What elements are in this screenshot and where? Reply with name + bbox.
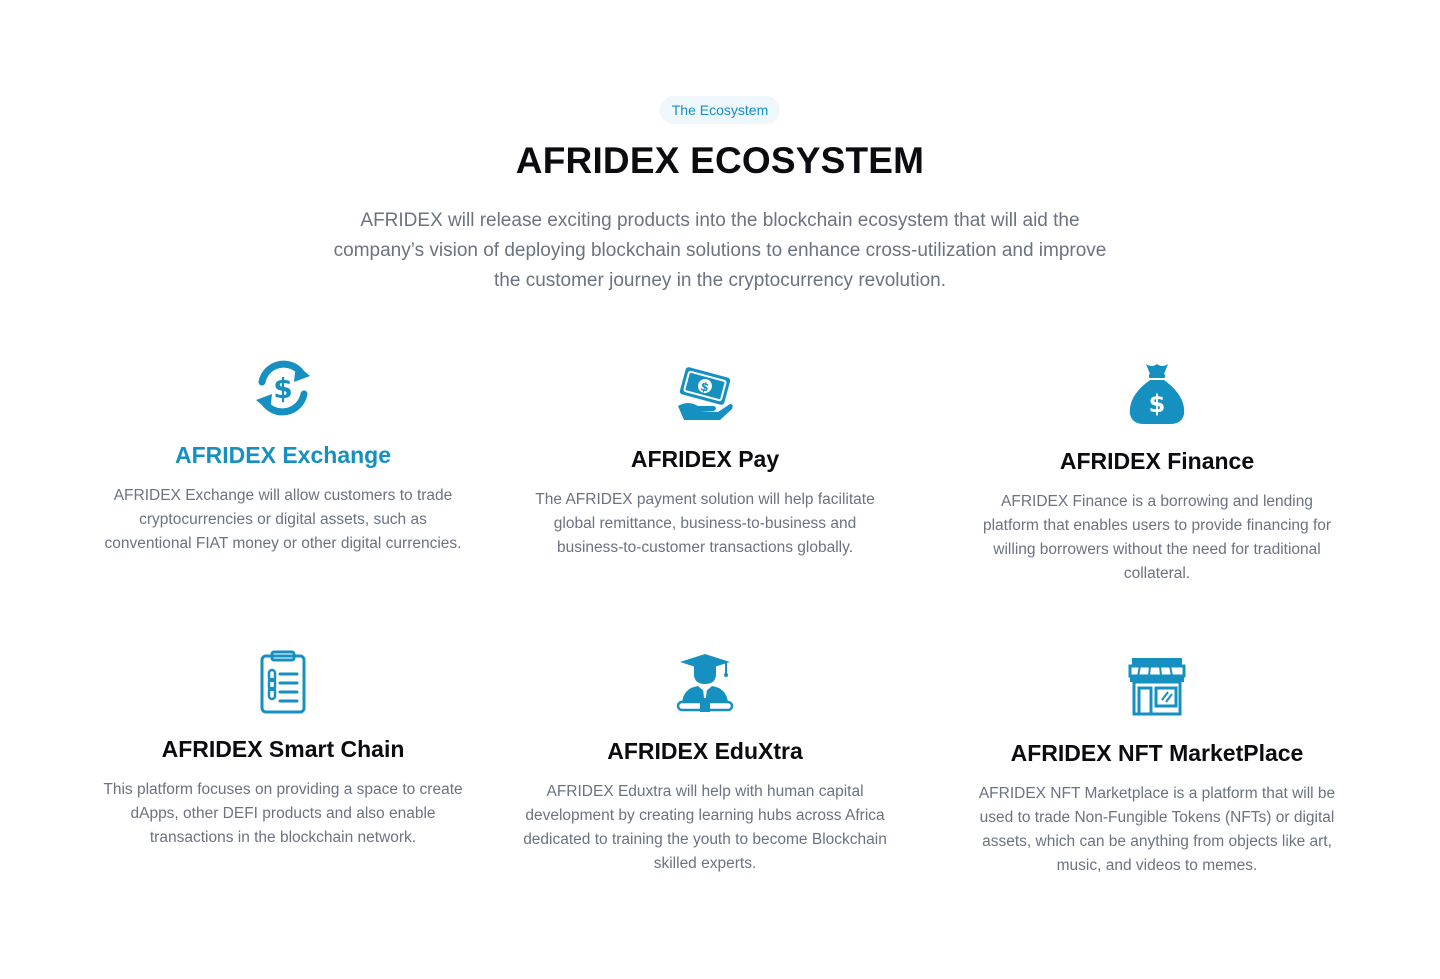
product-card-smart-chain: AFRIDEX Smart Chain This platform focuse… bbox=[93, 650, 473, 850]
intro-text: AFRIDEX will release exciting products i… bbox=[333, 210, 1107, 291]
product-title[interactable]: AFRIDEX Finance bbox=[967, 446, 1347, 476]
product-title[interactable]: AFRIDEX NFT MarketPlace bbox=[967, 738, 1347, 768]
clipboard-chain-icon bbox=[93, 650, 473, 714]
product-card-pay: $ AFRIDEX Pay The AFRIDEX payment soluti… bbox=[515, 360, 895, 560]
product-title[interactable]: AFRIDEX Exchange bbox=[93, 440, 473, 470]
product-description: AFRIDEX Exchange will allow customers to… bbox=[104, 487, 462, 552]
page-title: AFRIDEX ECOSYSTEM bbox=[515, 140, 925, 181]
svg-text:$: $ bbox=[273, 372, 292, 405]
storefront-icon bbox=[967, 654, 1347, 718]
currency-exchange-icon: $ bbox=[93, 356, 473, 420]
product-title[interactable]: AFRIDEX Smart Chain bbox=[93, 734, 473, 764]
product-description: AFRIDEX Eduxtra will help with human cap… bbox=[523, 783, 887, 872]
money-hand-icon: $ bbox=[515, 360, 895, 424]
product-card-exchange: $ AFRIDEX Exchange AFRIDEX Exchange will… bbox=[93, 356, 473, 556]
svg-text:$: $ bbox=[1149, 390, 1166, 418]
product-title[interactable]: AFRIDEX Pay bbox=[515, 444, 895, 474]
graduate-icon bbox=[515, 652, 895, 716]
product-description: The AFRIDEX payment solution will help f… bbox=[535, 491, 875, 556]
product-title[interactable]: AFRIDEX EduXtra bbox=[515, 736, 895, 766]
product-description: AFRIDEX Finance is a borrowing and lendi… bbox=[982, 493, 1332, 582]
product-card-eduxtra: AFRIDEX EduXtra AFRIDEX Eduxtra will hel… bbox=[515, 652, 895, 876]
product-card-nft-marketplace: AFRIDEX NFT MarketPlace AFRIDEX NFT Mark… bbox=[967, 654, 1347, 878]
money-bag-icon: $ bbox=[967, 362, 1347, 426]
section-badge: The Ecosystem bbox=[659, 96, 781, 124]
product-card-finance: $ AFRIDEX Finance AFRIDEX Finance is a b… bbox=[967, 362, 1347, 586]
product-description: This platform focuses on providing a spa… bbox=[103, 781, 463, 846]
product-description: AFRIDEX NFT Marketplace is a platform th… bbox=[978, 785, 1336, 874]
